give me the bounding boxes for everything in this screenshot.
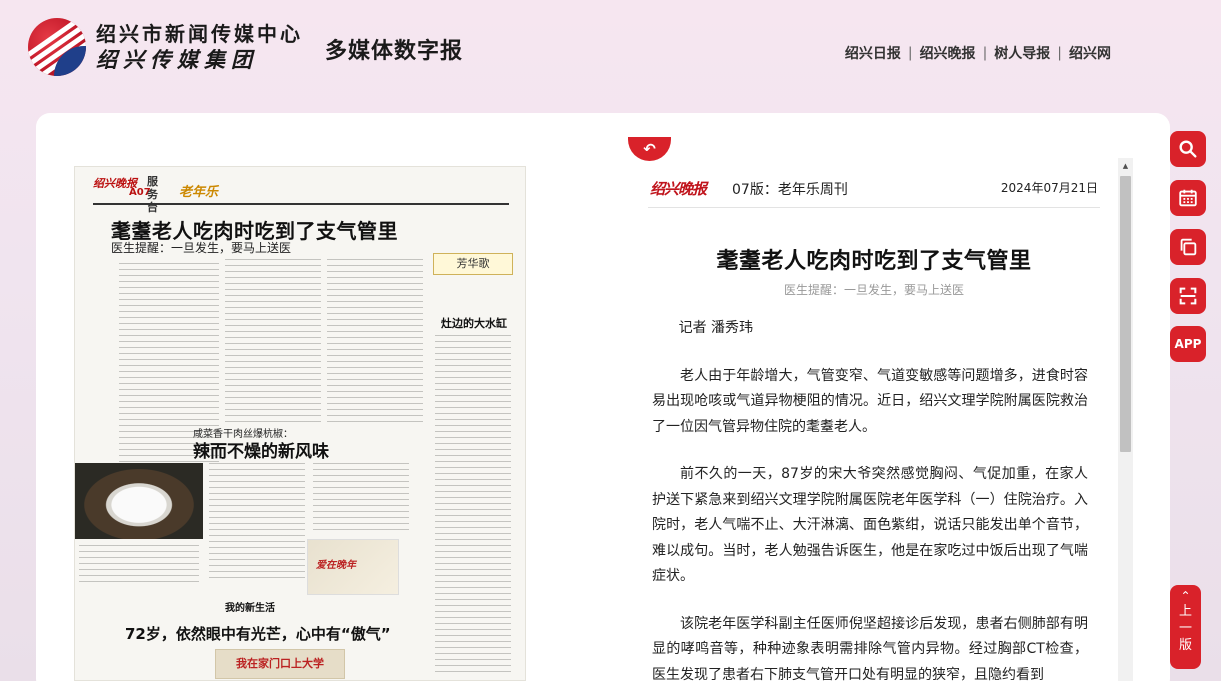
paper-text-column [313, 463, 409, 535]
scroll-up-arrow-icon[interactable]: ▲ [1118, 158, 1133, 174]
paper-column-story[interactable]: 灶边的大水缸 [441, 315, 507, 331]
paper-text-column [327, 259, 423, 423]
edition-label: 07版：老年乐周刊 [732, 182, 848, 198]
nav-shaoxing-daily[interactable]: 绍兴日报 [845, 43, 901, 63]
previous-edition-button[interactable]: ⌃ 上一版 [1170, 585, 1201, 669]
calendar-icon [1179, 189, 1197, 207]
article-subtitle: 医生提醒：一旦发生，要马上送医 [783, 283, 964, 297]
nav-separator: | [982, 45, 988, 61]
article-paragraph: 该院老年医学科副主任医师倪坚超接诊后发现，患者右侧肺部有明显的哮鸣音等，种种迹象… [652, 615, 1088, 681]
scrollbar-thumb[interactable] [1120, 176, 1131, 452]
article-body: 记者 潘秀玮 老人由于年龄增大，气管变窄、气道变敏感等问题增多，进食时容易出现呛… [652, 316, 1088, 681]
paper-box-title: 我的新生活 [225, 603, 275, 614]
dish-photo [75, 463, 203, 539]
paper-subhead: 医生提醒：一旦发生，要马上送医 [111, 241, 292, 255]
site-header: 绍兴市新闻传媒中心 绍兴传媒集团 多媒体数字报 绍兴日报 | 绍兴晚报 | 树人… [0, 0, 1221, 110]
paper-bottom-headline[interactable]: 72岁，依然眼中有光芒，心中有“傲气” [125, 623, 391, 644]
calendar-button[interactable] [1170, 180, 1206, 216]
article-byline: 记者 潘秀玮 [678, 320, 754, 336]
paper-mid-headline[interactable]: 辣而不燥的新风味 [193, 437, 329, 462]
edition-date: 2024年07月21日 [1000, 181, 1098, 195]
top-nav: 绍兴日报 | 绍兴晚报 | 树人导报 | 绍兴网 [845, 43, 1111, 63]
paper-section: 服务台 [147, 175, 158, 214]
org-name: 绍兴市新闻传媒中心 [96, 22, 303, 46]
paper-text-column [225, 259, 321, 423]
paper-column-title: 芳华歌 [433, 253, 513, 275]
nav-shuren-herald[interactable]: 树人导报 [994, 43, 1050, 63]
search-button[interactable] [1170, 131, 1206, 167]
scan-button[interactable] [1170, 278, 1206, 314]
copy-button[interactable] [1170, 229, 1206, 265]
nav-separator: | [1057, 45, 1062, 61]
paper-logo: 绍兴晚报 [650, 180, 707, 198]
nav-shaoxing-net[interactable]: 绍兴网 [1069, 43, 1111, 63]
article-title: 耄耋老人吃肉时吃到了支气管里 [716, 249, 1032, 274]
scan-icon [1179, 287, 1197, 305]
copy-icon [1180, 238, 1197, 256]
paper-text-column [435, 335, 511, 675]
nav-separator: | [907, 45, 913, 61]
nav-shaoxing-evening[interactable]: 绍兴晚报 [920, 43, 976, 63]
app-button[interactable]: APP [1170, 326, 1206, 362]
app-label: APP [1174, 337, 1202, 351]
paper-promo-image: 爱在晚年 [307, 539, 399, 595]
site-title: 多媒体数字报 [325, 38, 464, 64]
paper-section-logo: 老年乐 [179, 185, 219, 200]
newspaper-page-image[interactable]: 绍兴晚报 A07 服务台 老年乐 耄耋老人吃肉时吃到了支气管里 医生提醒：一旦发… [74, 166, 526, 681]
org-group: 绍兴传媒集团 [96, 47, 258, 72]
article-paragraph: 前不久的一天，87岁的宋大爷突然感觉胸闷、气促加重，在家人护送下紧急来到绍兴文理… [652, 466, 1088, 584]
back-arrow-icon: ↶ [643, 140, 656, 158]
previous-edition-label: 上一版 [1178, 604, 1192, 653]
paper-bottom-image: 我在家门口上大学 [215, 649, 345, 679]
search-icon [1179, 140, 1197, 158]
media-center-logo-icon[interactable] [28, 18, 86, 76]
paper-text-column [79, 545, 199, 585]
chevron-up-icon: ⌃ [1180, 589, 1191, 603]
paper-text-column [209, 463, 305, 583]
article-meta-row: 绍兴晚报 07版：老年乐周刊 2024年07月21日 [648, 174, 1100, 208]
paper-rule [93, 203, 509, 205]
article-paragraph: 老人由于年龄增大，气管变窄、气道变敏感等问题增多，进食时容易出现呛咳或气道异物梗… [652, 367, 1088, 435]
